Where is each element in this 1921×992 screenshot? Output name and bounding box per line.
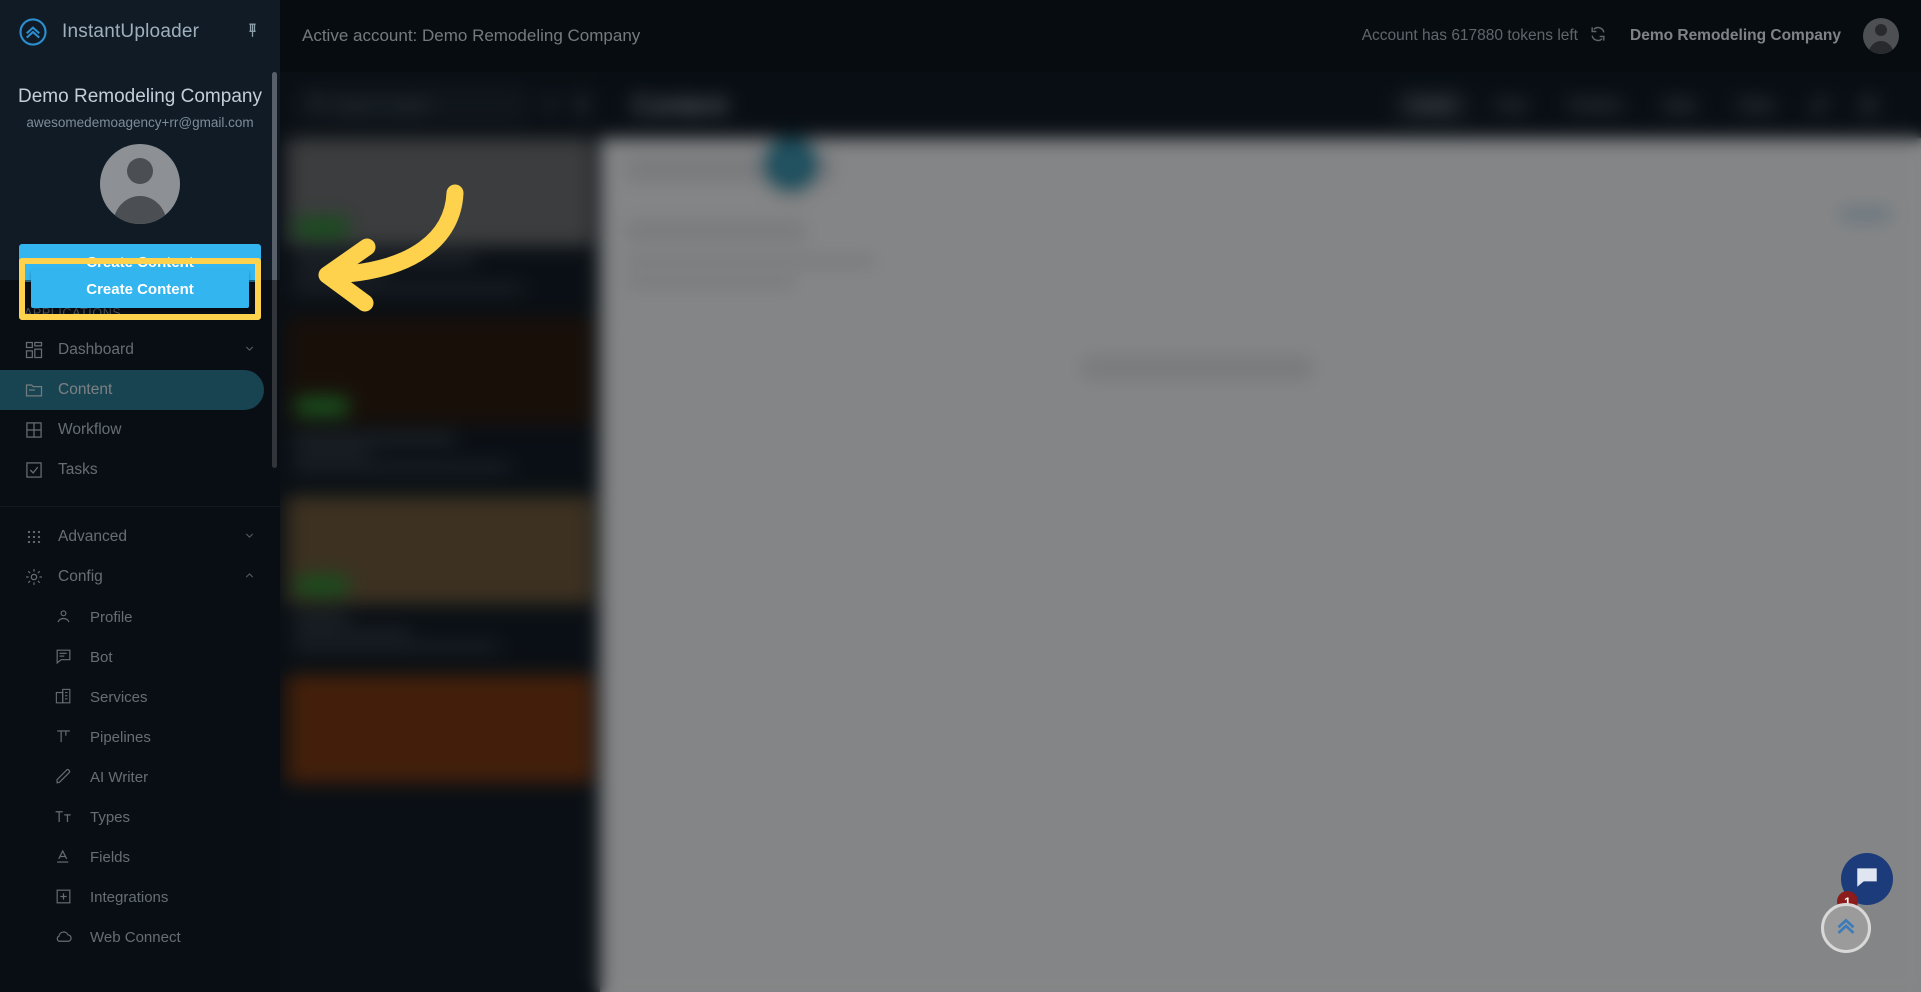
- avatar[interactable]: [100, 144, 180, 224]
- brand-name: InstantUploader: [62, 21, 200, 42]
- overlay-scrim-body[interactable]: [280, 72, 1921, 992]
- chevron-up-circle-logo-icon: [18, 17, 48, 47]
- sidebar-account-name: Demo Remodeling Company: [18, 86, 262, 107]
- pin-icon[interactable]: [243, 21, 262, 44]
- sidebar-brand-row: InstantUploader: [0, 0, 280, 64]
- chat-bubble-icon: [1854, 864, 1880, 895]
- create-content-button-highlighted[interactable]: Create Content: [31, 270, 249, 308]
- sidebar-account-block: Demo Remodeling Company awesomedemoagenc…: [0, 64, 280, 224]
- curved-arrow-left-icon: [285, 175, 515, 315]
- overlay-scrim-left[interactable]: [0, 280, 280, 992]
- chevron-up-circle-icon: [1831, 911, 1861, 946]
- scroll-to-top-button[interactable]: [1821, 903, 1871, 953]
- overlay-scrim-top[interactable]: [280, 0, 1921, 72]
- app-root: InstantUploader Demo Remodeling Company …: [0, 0, 1921, 992]
- sidebar-account-email: awesomedemoagency+rr@gmail.com: [26, 115, 254, 130]
